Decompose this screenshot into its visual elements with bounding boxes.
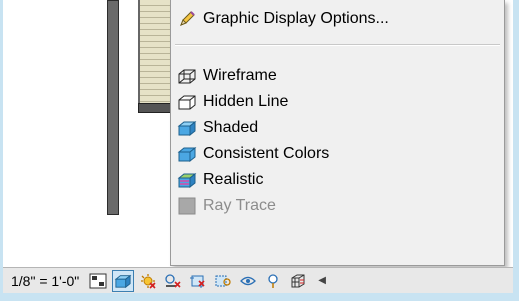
sun-path-icon[interactable] (137, 270, 159, 292)
consistent-colors-icon (173, 141, 201, 167)
scroll-left-icon[interactable]: ◀ (318, 275, 326, 286)
visual-style-icon[interactable] (112, 269, 135, 292)
graphic-display-options-item[interactable]: Graphic Display Options... (173, 6, 502, 32)
view-scale[interactable]: 1/8" = 1'-0" (11, 273, 79, 289)
realistic-item[interactable]: Realistic (173, 167, 502, 193)
menu-item-label: Ray Trace (203, 197, 276, 214)
shaded-icon (173, 115, 201, 141)
ray-trace-item: Ray Trace (173, 193, 502, 219)
analytical-model-icon[interactable] (287, 270, 309, 292)
hidden-line-icon (173, 89, 201, 115)
shadows-icon[interactable] (162, 270, 184, 292)
show-crop-region-icon[interactable] (212, 270, 234, 292)
menu-item-label: Consistent Colors (203, 145, 330, 162)
view-control-bar: 1/8" = 1'-0" ◀ (3, 267, 513, 293)
temporary-hide-icon[interactable] (237, 270, 259, 292)
shaded-item[interactable]: Shaded (173, 115, 502, 141)
consistent-colors-item[interactable]: Consistent Colors (173, 141, 502, 167)
menu-item-label: Wireframe (203, 67, 277, 84)
detail-level-icon[interactable] (87, 270, 109, 292)
hidden-line-item[interactable]: Hidden Line (173, 89, 502, 115)
realistic-icon (173, 167, 201, 193)
menu-item-label: Hidden Line (203, 93, 289, 110)
menu-item-label: Shaded (203, 119, 259, 136)
crop-view-icon[interactable] (187, 270, 209, 292)
pencil-icon (173, 6, 201, 32)
menu-item-label: Realistic (203, 171, 264, 188)
visual-style-menu: Graphic Display Options... Wireframe Hid… (170, 0, 505, 266)
ray-trace-icon (173, 193, 201, 219)
reveal-hidden-icon[interactable] (262, 270, 284, 292)
wireframe-icon (173, 63, 201, 89)
menu-separator (175, 44, 500, 46)
wall-element (107, 0, 119, 215)
wireframe-item[interactable]: Wireframe (173, 63, 502, 89)
menu-item-label: Graphic Display Options... (203, 10, 389, 27)
